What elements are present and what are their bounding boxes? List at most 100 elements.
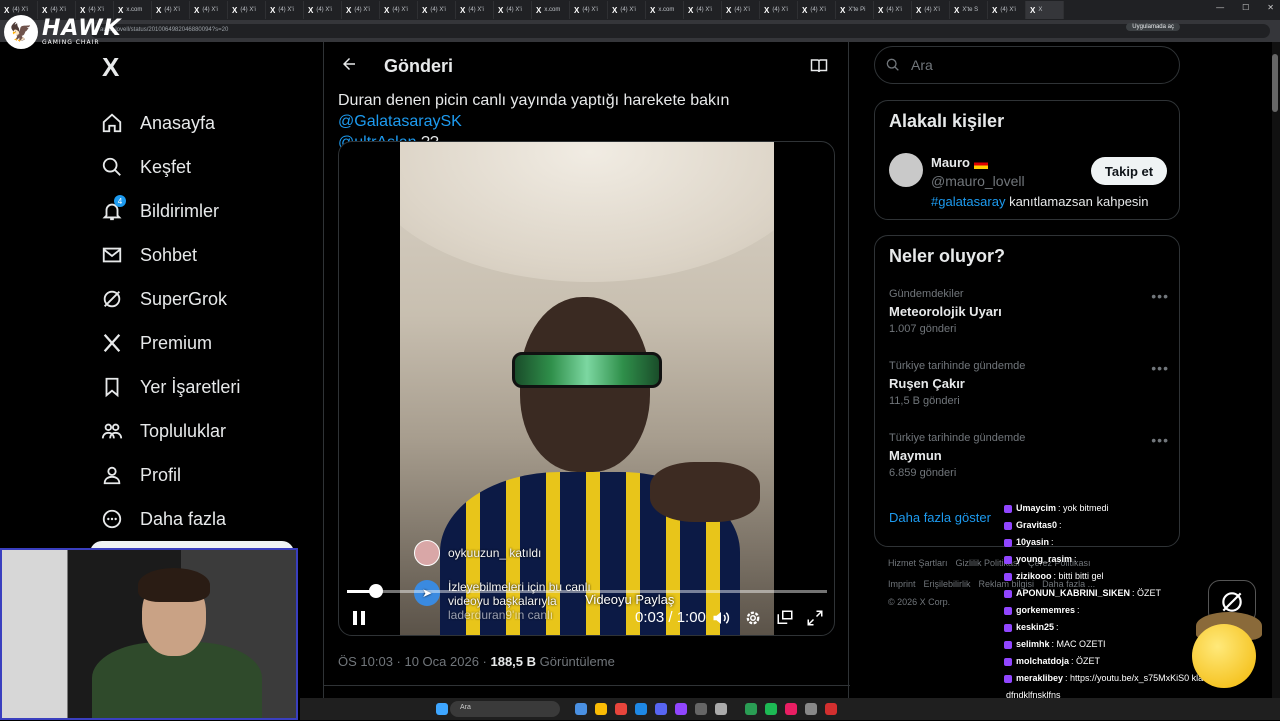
browser-tab[interactable]: X (4) X'i	[760, 1, 798, 19]
app-icon[interactable]	[575, 703, 587, 715]
search-input[interactable]: Ara	[874, 46, 1180, 84]
chat-username[interactable]: molchatdoja	[1016, 653, 1069, 670]
discord-icon[interactable]	[655, 703, 667, 715]
browser-tab[interactable]: X (4) X'i	[570, 1, 608, 19]
settings-gear-icon[interactable]	[743, 608, 763, 628]
close-window-icon[interactable]: ✕	[1267, 3, 1274, 12]
windows-start-icon[interactable]	[436, 703, 448, 715]
taskbar-search[interactable]: Ara	[450, 701, 560, 717]
browser-tab[interactable]: Xx.com	[646, 1, 684, 19]
trend-item[interactable]: Türkiye tarihinde gündemde Ruşen Çakır 11,…	[889, 360, 1169, 407]
more-options-icon[interactable]: •••	[1151, 432, 1169, 448]
app-icon[interactable]	[805, 703, 817, 715]
chat-username[interactable]: zizikooo	[1016, 568, 1052, 585]
x-logo-icon[interactable]: X	[102, 52, 320, 83]
spotify-icon[interactable]	[765, 703, 777, 715]
fullscreen-icon[interactable]	[805, 608, 825, 628]
browser-tab[interactable]: X (4) X'i	[380, 1, 418, 19]
video-progress-knob[interactable]	[368, 584, 383, 598]
x-favicon-icon: X	[308, 5, 314, 15]
trend-item[interactable]: Gündemdekiler Meteorolojik Uyarı 1.007 gön…	[889, 288, 1169, 335]
show-more-link[interactable]: Daha fazla göster	[889, 510, 991, 525]
chat-username[interactable]: young_rasim	[1016, 551, 1072, 568]
sidebar-item-profil[interactable]: Profil	[100, 453, 320, 497]
chat-username[interactable]: meraklibey	[1016, 670, 1063, 687]
browser-tab[interactable]: X (4) X'i	[874, 1, 912, 19]
trend-item[interactable]: Türkiye tarihinde gündemde Maymun 6.859 gö…	[889, 432, 1169, 479]
sidebar-item-label: Keşfet	[140, 156, 192, 177]
picture-in-picture-icon[interactable]	[775, 608, 795, 628]
tab-label: (4) X'i	[772, 7, 788, 13]
video-frame[interactable]: oykuuzun_ katıldı ➤ İzleyebilmeleri için…	[400, 142, 774, 635]
browser-tab[interactable]: X (4) X'i	[722, 1, 760, 19]
open-in-app-button[interactable]: Uygulamada aç	[1126, 23, 1180, 31]
scroll-thumb[interactable]	[1272, 54, 1278, 112]
more-options-icon[interactable]: •••	[1151, 360, 1169, 376]
sidebar-item-supergrok[interactable]: SuperGrok	[100, 277, 320, 321]
volume-icon[interactable]	[711, 608, 731, 628]
post-timestamp[interactable]: ÖS 10:03 · 10 Oca 2026 ·	[338, 654, 490, 669]
browser-tab[interactable]: X (4) X'i	[988, 1, 1026, 19]
browser-tab[interactable]: X (4) X'i	[266, 1, 304, 19]
chat-username[interactable]: Gravitas0	[1016, 517, 1057, 534]
chat-username[interactable]: selimhk	[1016, 636, 1050, 653]
twitch-icon[interactable]	[675, 703, 687, 715]
url-field[interactable]: auro_lovell/status/2010064982046880094?s…	[90, 24, 1270, 38]
browser-tab[interactable]: X (4) X'i	[798, 1, 836, 19]
sidebar-item-bildirimler[interactable]: 4 Bildirimler	[100, 189, 320, 233]
minimize-icon[interactable]: —	[1216, 3, 1224, 12]
chat-username[interactable]: 10yasin	[1016, 534, 1049, 551]
sidebar-item-topluluklar[interactable]: Topluluklar	[100, 409, 320, 453]
app-icon[interactable]	[695, 703, 707, 715]
reader-mode-icon[interactable]	[810, 58, 828, 79]
sidebar-item-yer-i-aretleri[interactable]: Yer İşaretleri	[100, 365, 320, 409]
browser-tab[interactable]: X (4) X'i	[608, 1, 646, 19]
sidebar-item-anasayfa[interactable]: Anasayfa	[100, 101, 320, 145]
chat-username[interactable]: APONUN_KABRINI_SIKEN	[1016, 585, 1130, 602]
browser-tab[interactable]: X (4) X'i	[190, 1, 228, 19]
sidebar-item-ke-fet[interactable]: Keşfet	[100, 145, 320, 189]
footer-link[interactable]: Erişilebilirlik	[924, 579, 971, 589]
chat-badge-icon	[1004, 521, 1012, 530]
back-arrow-icon[interactable]	[340, 55, 358, 78]
app-icon[interactable]	[785, 703, 797, 715]
footer-link[interactable]: Hizmet Şartları	[888, 558, 948, 568]
video-player[interactable]: oykuuzun_ katıldı ➤ İzleyebilmeleri için…	[338, 141, 835, 636]
app-icon[interactable]	[825, 703, 837, 715]
chat-username[interactable]: Umaycim	[1016, 500, 1056, 517]
follow-button[interactable]: Takip et	[1091, 157, 1167, 185]
sidebar-item-daha-fazla[interactable]: Daha fazla	[100, 497, 320, 541]
hashtag-link[interactable]: #galatasaray	[931, 194, 1005, 209]
more-options-icon[interactable]: •••	[1151, 288, 1169, 304]
browser-tab[interactable]: X (4) X'i	[304, 1, 342, 19]
related-person[interactable]: Mauro @mauro_lovell #galatasaray kanıtla…	[889, 153, 1169, 213]
chat-username[interactable]: gorkememres	[1016, 602, 1075, 619]
browser-tab[interactable]: X (4) X'i	[342, 1, 380, 19]
chat-username[interactable]: keskin25	[1016, 619, 1054, 636]
mention-link[interactable]: @GalatasaraySK	[338, 113, 462, 130]
maximize-icon[interactable]: ☐	[1242, 3, 1249, 12]
sidebar-item-sohbet[interactable]: Sohbet	[100, 233, 320, 277]
browser-tab[interactable]: X (4) X'i	[912, 1, 950, 19]
browser-tab[interactable]: X X'te Pi	[836, 1, 874, 19]
video-progress-bar[interactable]	[347, 584, 827, 598]
avatar[interactable]	[889, 153, 923, 187]
browser-tab[interactable]: Xx.com	[532, 1, 570, 19]
sidebar-item-premium[interactable]: Premium	[100, 321, 320, 365]
browser-tab[interactable]: X X'te S	[950, 1, 988, 19]
person-name[interactable]: Mauro	[931, 155, 988, 170]
chrome-icon[interactable]	[595, 703, 607, 715]
browser-tab[interactable]: X (4) X'i	[152, 1, 190, 19]
browser-tab[interactable]: X (4) X'i	[684, 1, 722, 19]
footer-link[interactable]: Imprint	[888, 579, 916, 589]
app-icon[interactable]	[715, 703, 727, 715]
browser-tab[interactable]: X (4) X'i	[228, 1, 266, 19]
browser-tab[interactable]: XX	[1026, 1, 1064, 19]
browser-tab[interactable]: X (4) X'i	[456, 1, 494, 19]
app-icon[interactable]	[745, 703, 757, 715]
browser-tab[interactable]: X (4) X'i	[494, 1, 532, 19]
pause-icon[interactable]	[349, 608, 369, 628]
app-icon[interactable]	[635, 703, 647, 715]
browser-tab[interactable]: X (4) X'i	[418, 1, 456, 19]
app-icon[interactable]	[615, 703, 627, 715]
